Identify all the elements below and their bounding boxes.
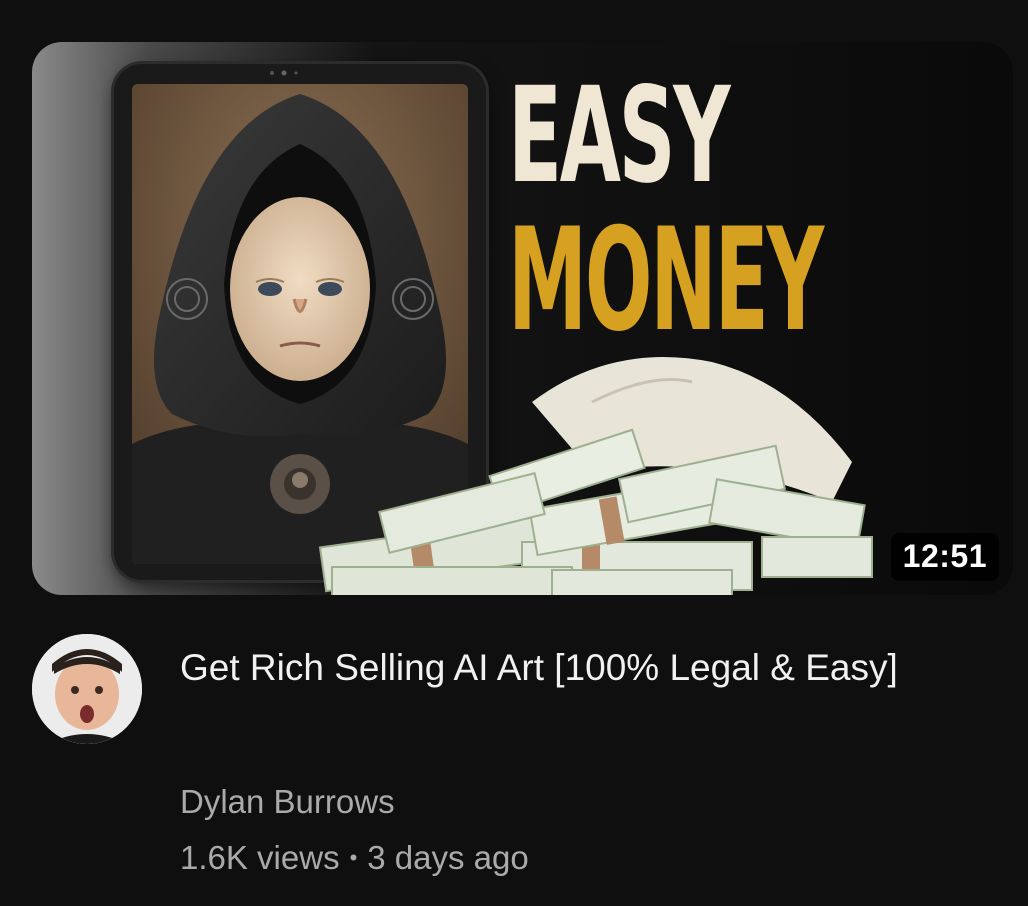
upload-age: 3 days ago <box>367 839 529 876</box>
video-title[interactable]: Get Rich Selling AI Art [100% Legal & Ea… <box>180 640 960 696</box>
channel-avatar[interactable] <box>32 634 142 744</box>
thumbnail-headline-line1: EASY <box>508 59 731 213</box>
avatar-icon <box>32 634 142 744</box>
view-count: 1.6K views <box>180 839 340 876</box>
tablet-camera-icon <box>270 70 298 76</box>
channel-name[interactable]: Dylan Burrows <box>180 780 395 824</box>
money-pile-image <box>318 357 873 595</box>
video-metadata: 1.6K views • 3 days ago <box>180 836 529 880</box>
video-duration-badge: 12:51 <box>890 533 999 581</box>
video-thumbnail[interactable]: EASY MONEY 12:51 <box>32 42 1013 595</box>
video-card: EASY MONEY 12:51 Get Rich Selling AI Art… <box>0 0 1028 906</box>
metadata-separator: • <box>349 845 358 870</box>
thumbnail-headline-line2: MONEY <box>508 198 824 363</box>
